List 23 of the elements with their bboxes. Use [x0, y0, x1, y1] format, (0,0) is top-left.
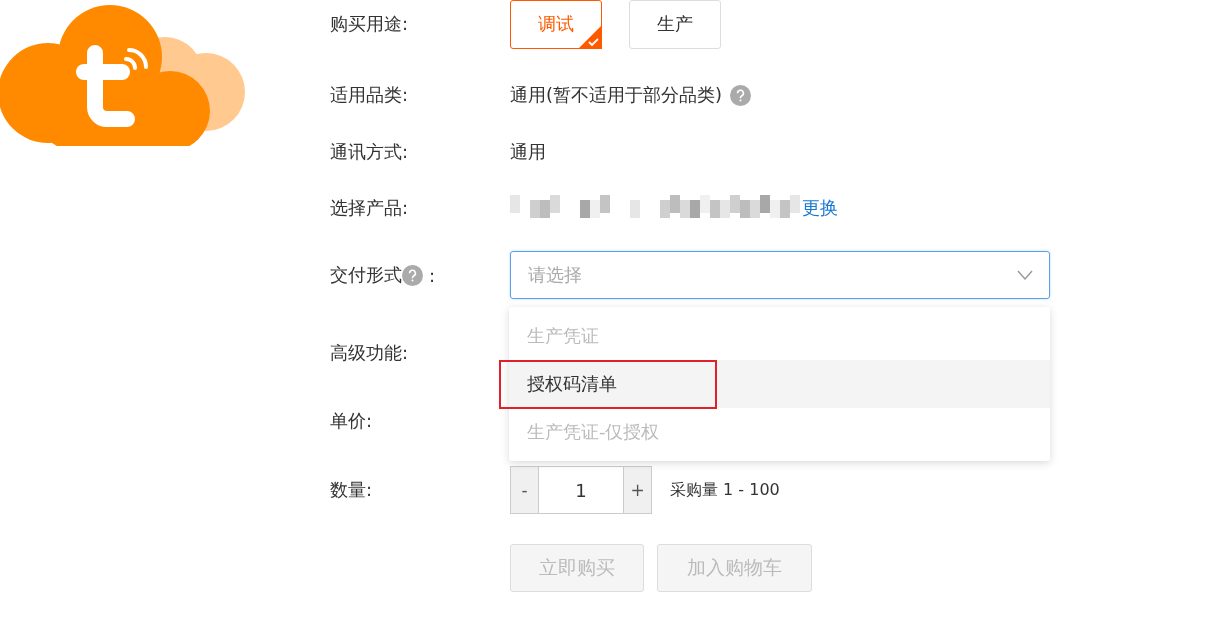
chevron-icon [1017, 270, 1033, 280]
field-label: 通讯方式: [330, 140, 410, 164]
field-label: 数量: [330, 478, 374, 502]
option-button[interactable]: 调试 [510, 0, 602, 49]
help-icon[interactable] [402, 264, 423, 286]
field-label: 高级功能: [330, 341, 410, 365]
quantity-range: 采购量 1 - 100 [670, 479, 780, 501]
check-icon [578, 24, 602, 49]
select-field[interactable]: 请选择 [510, 251, 1050, 299]
minus-button[interactable]: - [510, 466, 539, 514]
field-label: 单价: [330, 409, 374, 433]
change-link[interactable]: 更换 [802, 196, 838, 220]
help-icon[interactable] [730, 84, 752, 106]
field-value: 通用 [510, 140, 546, 164]
quantity-field[interactable]: 1 [539, 466, 623, 514]
field-label: 选择产品: [330, 196, 410, 220]
option-button[interactable]: 生产 [629, 0, 721, 49]
field-label: 购买用途: [330, 12, 410, 36]
label-colon: : [429, 264, 436, 286]
field-label: 交付形式 [330, 263, 402, 287]
field-label: 适用品类: [330, 83, 410, 107]
plus-button[interactable]: + [623, 466, 652, 514]
field-value: 通用(暂不适用于部分品类) [510, 83, 723, 107]
